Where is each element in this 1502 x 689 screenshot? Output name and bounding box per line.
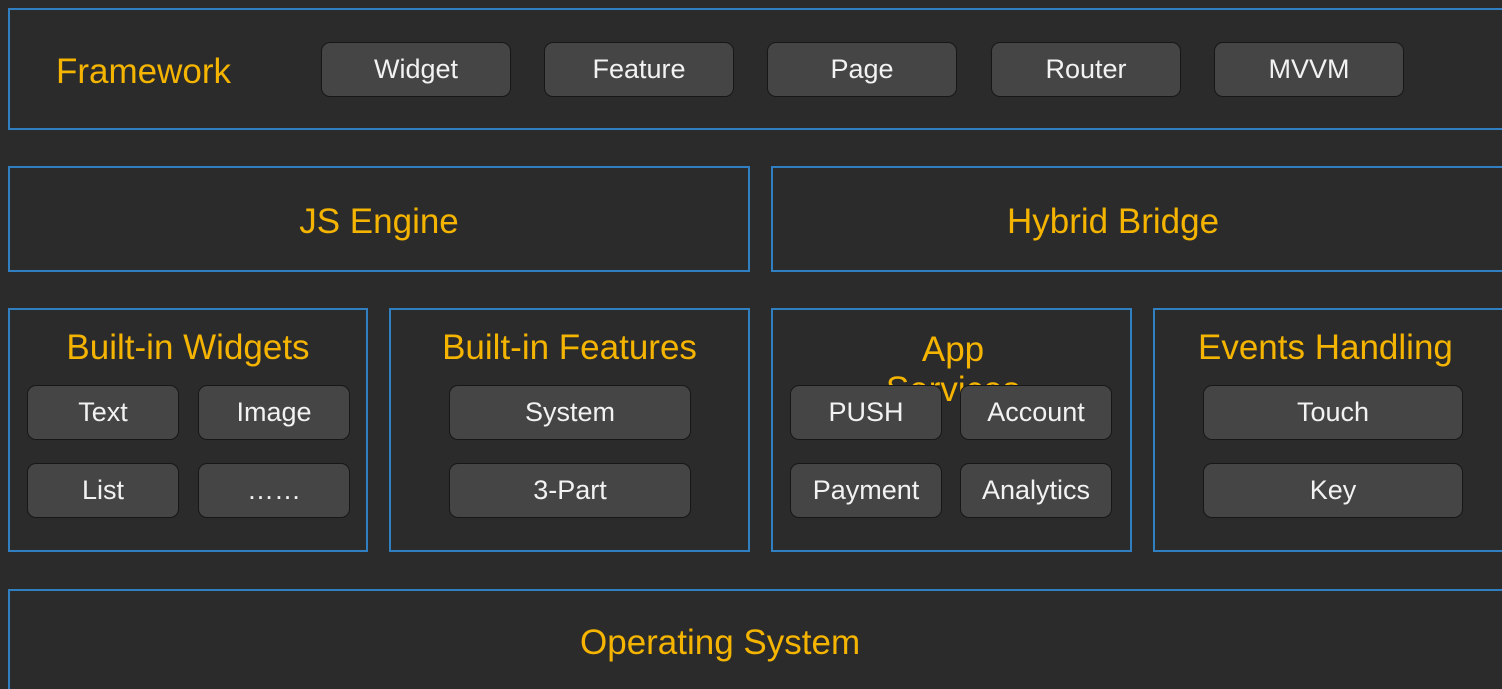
widget-list: List [27, 463, 179, 518]
service-payment: Payment [790, 463, 942, 518]
js-engine-layer: JS Engine [8, 166, 750, 272]
framework-title: Framework [56, 52, 232, 91]
framework-item-router: Router [991, 42, 1181, 97]
hybrid-bridge-layer: Hybrid Bridge [771, 166, 1502, 272]
widget-text: Text [27, 385, 179, 440]
event-key: Key [1203, 463, 1463, 518]
framework-item-widget: Widget [321, 42, 511, 97]
feature-3-part: 3-Part [449, 463, 691, 518]
operating-system-layer: Operating System [8, 589, 1502, 689]
hybrid-bridge-title: Hybrid Bridge [1007, 202, 1220, 241]
widget-more: …… [198, 463, 350, 518]
framework-item-mvvm: MVVM [1214, 42, 1404, 97]
service-push: PUSH [790, 385, 942, 440]
operating-system-title: Operating System [580, 623, 861, 662]
service-analytics: Analytics [960, 463, 1112, 518]
framework-item-page: Page [767, 42, 957, 97]
builtin-widgets-title: Built-in Widgets [66, 328, 310, 367]
service-account: Account [960, 385, 1112, 440]
framework-item-feature: Feature [544, 42, 734, 97]
builtin-features-title: Built-in Features [442, 328, 697, 367]
js-engine-title: JS Engine [299, 202, 459, 241]
feature-system: System [449, 385, 691, 440]
events-handling-title: Events Handling [1198, 328, 1453, 367]
event-touch: Touch [1203, 385, 1463, 440]
widget-image: Image [198, 385, 350, 440]
